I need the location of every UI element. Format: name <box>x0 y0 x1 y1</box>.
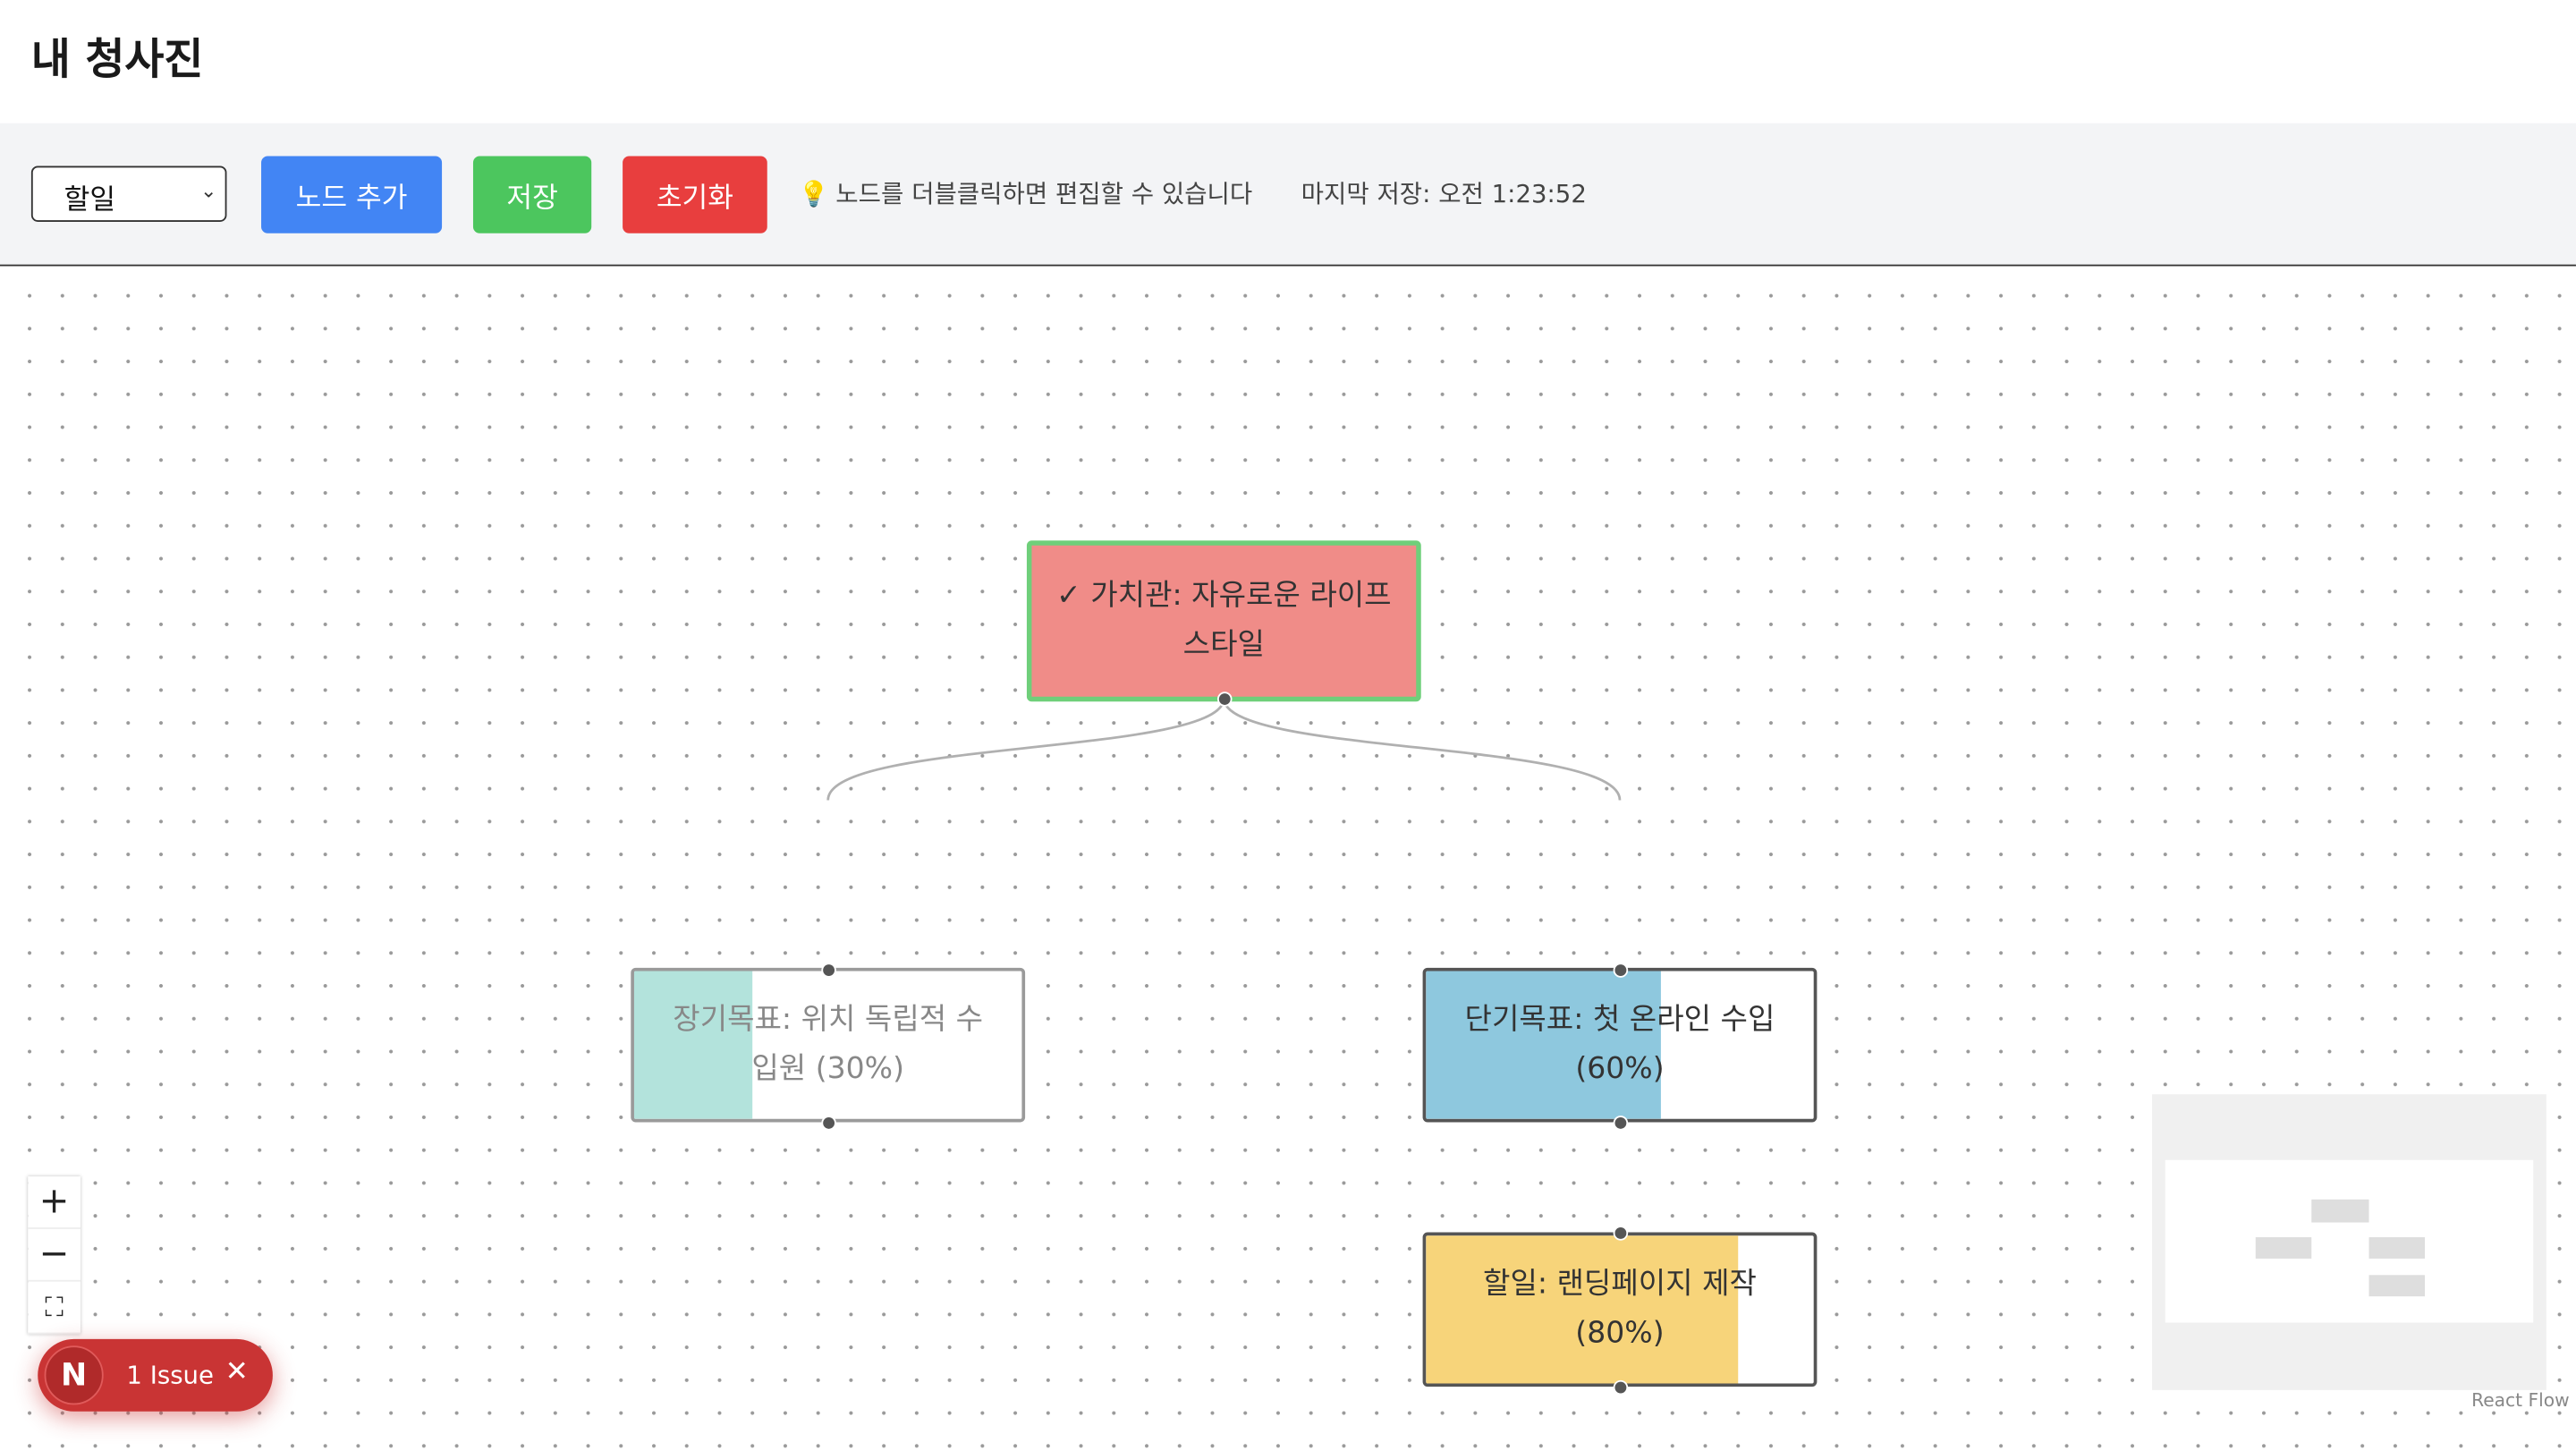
minimap[interactable] <box>2152 1094 2546 1390</box>
flow-controls: + − ⛶ <box>28 1176 80 1335</box>
node-short-term-label: 단기목표: 첫 온라인 수입 (60%) <box>1445 996 1795 1094</box>
node-todo[interactable]: 할일: 랜딩페이지 제작 (80%) <box>1422 1232 1818 1387</box>
issue-badge[interactable]: N 1 Issue ✕ <box>38 1338 273 1412</box>
issue-count-text[interactable]: 1 Issue <box>126 1361 214 1390</box>
node-long-term-goal[interactable]: 장기목표: 위치 독립적 수 입원 (30%) <box>631 967 1026 1123</box>
chevron-down-icon: ⌄ <box>199 179 217 202</box>
zoom-out-button[interactable]: − <box>28 1229 80 1282</box>
node-short-term-source-handle[interactable] <box>1613 1116 1629 1131</box>
lightbulb-icon: 💡 <box>798 179 829 209</box>
node-value-line2: 스타일 <box>1182 627 1265 663</box>
save-button[interactable]: 저장 <box>472 156 592 233</box>
node-todo-source-handle[interactable] <box>1613 1379 1629 1396</box>
node-value-label: ✓ 가치관: 자유로운 라이프 스타일 <box>1037 572 1411 670</box>
toolbar: 할일 ⌄ 노드 추가 저장 초기화 💡 노드를 더블클릭하면 편집할 수 있습니다… <box>0 123 2576 267</box>
node-long-term-target-handle[interactable] <box>821 963 836 978</box>
fit-view-button[interactable]: ⛶ <box>28 1282 80 1335</box>
nextjs-logo-icon: N <box>44 1345 104 1405</box>
node-todo-line1: 할일: 랜딩페이지 제작 <box>1483 1267 1757 1302</box>
node-todo-label: 할일: 랜딩페이지 제작 (80%) <box>1463 1260 1776 1359</box>
zoom-in-button[interactable]: + <box>28 1176 80 1229</box>
node-type-selected-value: 할일 <box>64 183 116 217</box>
hint-message: 노드를 더블클릭하면 편집할 수 있습니다 <box>835 179 1253 209</box>
hint-text: 💡 노드를 더블클릭하면 편집할 수 있습니다 <box>799 176 1253 211</box>
node-short-term-goal[interactable]: 단기목표: 첫 온라인 수입 (60%) <box>1422 967 1818 1123</box>
reset-button[interactable]: 초기화 <box>623 156 767 233</box>
node-value[interactable]: ✓ 가치관: 자유로운 라이프 스타일 <box>1026 540 1421 702</box>
node-short-term-line1: 단기목표: 첫 온라인 수입 <box>1464 1002 1775 1037</box>
node-todo-line2: (80%) <box>1575 1316 1665 1351</box>
minimap-node-todo <box>2368 1275 2425 1297</box>
node-todo-target-handle[interactable] <box>1613 1226 1629 1241</box>
node-short-term-line2: (60%) <box>1575 1051 1665 1087</box>
minimap-viewport[interactable] <box>2165 1159 2534 1323</box>
node-long-term-source-handle[interactable] <box>821 1116 836 1131</box>
minimap-node-short-term <box>2368 1237 2425 1259</box>
react-flow-attribution[interactable]: React Flow <box>2471 1390 2570 1412</box>
node-long-term-label: 장기목표: 위치 독립적 수 입원 (30%) <box>653 996 1003 1094</box>
page-title: 내 청사진 <box>30 36 204 86</box>
minimap-node-value <box>2311 1199 2369 1223</box>
add-node-button[interactable]: 노드 추가 <box>261 156 443 233</box>
node-value-source-handle[interactable] <box>1216 692 1233 707</box>
app-header: 내 청사진 <box>0 0 2576 123</box>
node-value-line1: ✓ 가치관: 자유로운 라이프 <box>1056 578 1392 614</box>
close-icon[interactable]: ✕ <box>225 1355 249 1388</box>
node-type-select[interactable]: 할일 ⌄ <box>30 165 227 222</box>
node-long-term-line2: 입원 (30%) <box>751 1051 905 1087</box>
last-saved-status: 마지막 저장: 오전 1:23:52 <box>1301 179 1587 209</box>
node-long-term-line1: 장기목표: 위치 독립적 수 <box>673 1002 984 1037</box>
minimap-node-long-term <box>2255 1237 2312 1259</box>
node-short-term-target-handle[interactable] <box>1613 963 1629 978</box>
